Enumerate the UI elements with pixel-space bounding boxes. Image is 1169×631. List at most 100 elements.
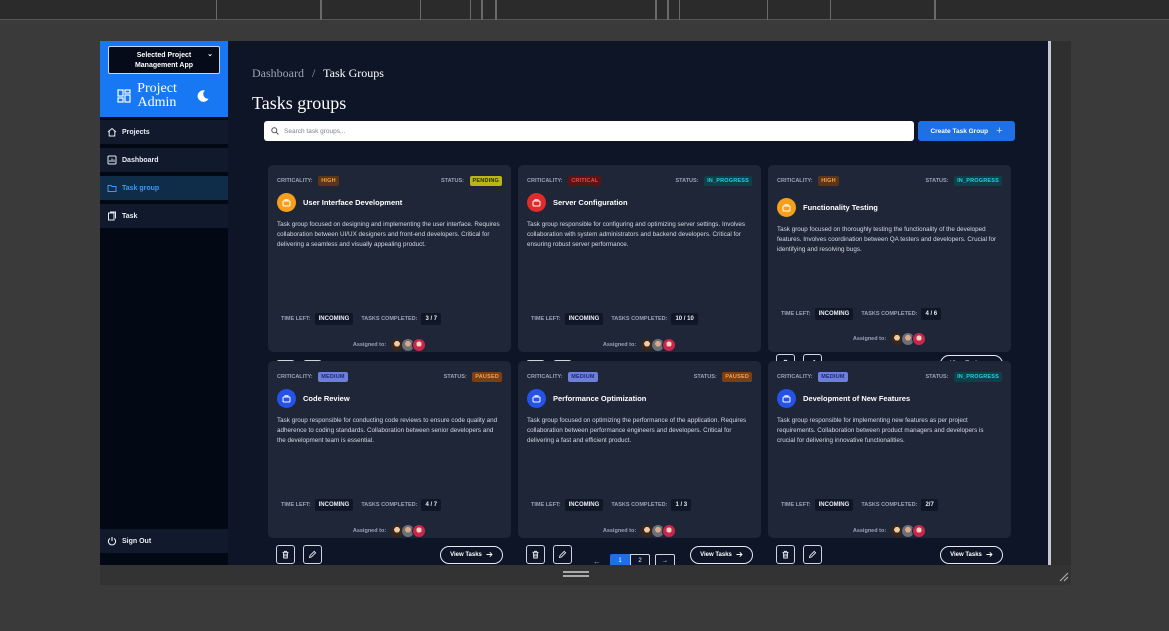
tasks-completed-label: TASKS COMPLETED:	[611, 316, 668, 322]
criticality-group: CRITICALITY: HIGH	[777, 176, 839, 186]
status-label: STATUS:	[693, 374, 717, 380]
avatar[interactable]	[662, 524, 677, 538]
sidebar-item-dashboard[interactable]: Dashboard	[100, 148, 228, 172]
sidebar-item-task-group[interactable]: Task group	[100, 176, 228, 200]
search-icon	[271, 127, 279, 135]
pagination-prev[interactable]: ←	[589, 557, 605, 566]
card-title: Server Configuration	[553, 198, 628, 207]
assigned-to-label: Assigned to:	[852, 336, 887, 342]
view-tasks-button[interactable]: View Tasks	[690, 545, 753, 564]
avatar[interactable]	[412, 338, 427, 352]
pencil-icon	[308, 550, 317, 559]
toolbar-segment	[470, 0, 482, 20]
task-group-icon	[527, 193, 546, 212]
delete-button[interactable]	[276, 545, 295, 564]
sign-out-button[interactable]: Sign Out	[100, 529, 228, 553]
project-select[interactable]: Selected Project Management App ⌄	[108, 46, 220, 74]
status-badge: IN_PROGRESS	[704, 176, 752, 186]
task-icon	[108, 211, 116, 221]
tasks-completed-value: 2/7	[921, 499, 938, 511]
criticality-label: CRITICALITY:	[777, 374, 813, 380]
brand-title-line2: Admin	[137, 95, 177, 110]
resize-corner-icon[interactable]	[1057, 570, 1069, 582]
avatar[interactable]	[662, 338, 677, 352]
delete-button[interactable]	[526, 545, 545, 564]
toolbar-segment	[934, 0, 936, 20]
trash-icon	[282, 550, 289, 559]
task-group-card: CRITICALITY: MEDIUM STATUS: PAUSED Code …	[268, 361, 511, 564]
project-select-line1: Selected Project	[136, 52, 192, 59]
view-tasks-button[interactable]: View Tasks	[940, 545, 1003, 564]
edit-button[interactable]	[553, 545, 572, 564]
card-header: CRITICALITY: MEDIUM STATUS: PAUSED	[527, 372, 752, 382]
tasks-completed-label: TASKS COMPLETED:	[861, 502, 918, 508]
status-label: STATUS:	[675, 178, 699, 184]
view-tasks-label: View Tasks	[450, 551, 482, 558]
pagination-page-1[interactable]: 1	[610, 554, 630, 565]
avatar[interactable]	[412, 524, 427, 538]
status-badge: PENDING	[469, 176, 502, 186]
search-input[interactable]	[284, 127, 884, 135]
task-group-icon	[277, 193, 296, 212]
criticality-group: CRITICALITY: MEDIUM	[777, 372, 848, 382]
breadcrumb: Dashboard / Task Groups	[252, 66, 384, 81]
vertical-scrollbar[interactable]	[1048, 41, 1051, 565]
sidebar: Selected Project Management App ⌄ Projec…	[100, 41, 228, 565]
sidebar-item-label: Task	[122, 212, 138, 220]
time-left-value: INCOMING	[564, 499, 604, 511]
card-title: Functionality Testing	[803, 203, 878, 212]
briefcase-icon	[282, 395, 291, 403]
sidebar-item-projects[interactable]: Projects	[100, 120, 228, 144]
pagination-pages: 1 2	[610, 554, 650, 565]
avatar-stack	[640, 338, 677, 352]
sidebar-item-task[interactable]: Task	[100, 204, 228, 228]
delete-button[interactable]	[776, 545, 795, 564]
bottom-resize-grip[interactable]	[563, 571, 589, 577]
assigned-to-label: Assigned to:	[352, 342, 387, 348]
avatar[interactable]	[912, 332, 927, 346]
tasks-completed-value: 4 / 6	[921, 308, 942, 320]
avatar[interactable]	[912, 524, 927, 538]
arrow-right-icon	[486, 551, 493, 558]
card-description: Task group responsible for conducting co…	[277, 417, 498, 444]
time-left-value: INCOMING	[314, 499, 354, 511]
criticality-label: CRITICALITY:	[277, 374, 313, 380]
status-badge: PAUSED	[472, 372, 502, 382]
criticality-badge: MEDIUM	[568, 372, 598, 382]
view-tasks-button[interactable]: View Tasks	[440, 545, 503, 564]
edit-button[interactable]	[803, 545, 822, 564]
status-label: STATUS:	[925, 374, 949, 380]
briefcase-icon	[532, 395, 541, 403]
assigned-to: Assigned to:	[518, 338, 761, 352]
time-left-label: TIME LEFT:	[781, 502, 811, 508]
avatar-stack	[890, 332, 927, 346]
criticality-label: CRITICALITY:	[277, 178, 313, 184]
edit-button[interactable]	[303, 545, 322, 564]
avatar-stack	[390, 338, 427, 352]
project-select-line2: Management App	[134, 62, 194, 69]
task-group-icon	[777, 198, 796, 217]
toolbar-segment	[216, 0, 321, 20]
assigned-to: Assigned to:	[768, 332, 1011, 346]
card-title-row: Performance Optimization	[527, 389, 646, 408]
pencil-icon	[808, 550, 817, 559]
search-bar[interactable]	[264, 121, 914, 141]
time-left-label: TIME LEFT:	[531, 316, 561, 322]
create-task-group-button[interactable]: Create Task Group +	[918, 121, 1015, 141]
card-description: Task group responsible for configuring a…	[527, 221, 746, 248]
sidebar-item-label: Dashboard	[122, 156, 159, 164]
time-left-value: INCOMING	[314, 313, 354, 325]
sidebar-item-label: Projects	[122, 128, 150, 136]
moon-icon[interactable]	[196, 89, 210, 103]
power-icon	[107, 537, 117, 546]
dashboard-icon	[107, 155, 117, 165]
briefcase-icon	[532, 199, 541, 207]
sign-out-label: Sign Out	[122, 537, 152, 545]
criticality-label: CRITICALITY:	[527, 374, 563, 380]
breadcrumb-root[interactable]: Dashboard	[252, 66, 304, 80]
task-group-icon	[277, 389, 296, 408]
card-title: Development of New Features	[803, 394, 911, 403]
pagination-page-2[interactable]: 2	[630, 554, 650, 565]
card-description: Task group focused on optimizing the per…	[527, 417, 747, 444]
pagination-next[interactable]: →	[655, 554, 675, 565]
